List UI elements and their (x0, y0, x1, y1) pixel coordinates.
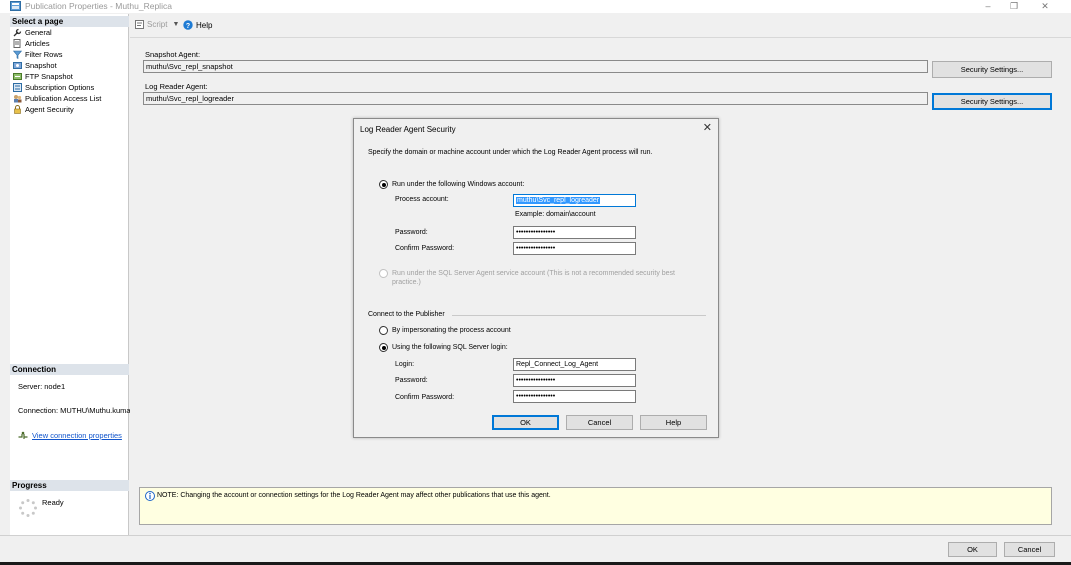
app-icon (10, 1, 21, 11)
confirm-password-label: Confirm Password: (395, 245, 455, 252)
notice-text: NOTE: Changing the account or connection… (157, 492, 551, 499)
restore-button[interactable]: ❐ (1003, 0, 1025, 13)
svg-text:?: ? (186, 23, 190, 30)
nav-item-label: Publication Access List (25, 94, 102, 103)
progress-spinner-icon (19, 499, 37, 517)
login-password-label: Password: (395, 377, 428, 384)
script-dropdown-icon[interactable]: ▼ (172, 21, 179, 28)
process-account-label: Process account: (395, 196, 449, 203)
title-bar: Publication Properties - Muthu_Replica –… (0, 0, 1071, 13)
process-account-value: muthu\Svc_repl_logreader (516, 197, 601, 204)
nav-item-ftp-snapshot[interactable]: FTP Snapshot (13, 71, 73, 82)
window-title: Publication Properties - Muthu_Replica (25, 1, 172, 11)
help-label: Help (196, 20, 213, 30)
snapshot-agent-label: Snapshot Agent: (145, 50, 201, 59)
nav-item-label: Subscription Options (25, 83, 95, 92)
nav-item-general[interactable]: General (13, 27, 52, 38)
sql-login-option-label[interactable]: Using the following SQL Server login: (392, 344, 508, 351)
articles-icon (13, 39, 21, 48)
ok-button[interactable]: OK (948, 542, 997, 557)
options-icon (13, 83, 22, 92)
nav-item-agent-security[interactable]: Agent Security (13, 104, 74, 115)
run-windows-account-radio[interactable] (379, 180, 388, 189)
run-sql-agent-label-line2: practice.) (392, 279, 421, 286)
nav-item-label: Articles (25, 39, 50, 48)
select-page-header: Select a page (10, 16, 129, 27)
nav-item-label: Snapshot (25, 61, 57, 70)
script-icon (135, 20, 144, 29)
progress-header: Progress (10, 480, 129, 491)
login-password-input[interactable]: •••••••••••••••• (513, 374, 636, 387)
connection-header: Connection (10, 364, 129, 375)
script-button[interactable]: Script ▼ (135, 20, 179, 29)
server-name: Server: node1 (18, 382, 66, 391)
login-confirm-input[interactable]: •••••••••••••••• (513, 390, 636, 403)
wrench-icon (13, 28, 22, 37)
connection-name: Connection: MUTHU\Muthu.kuma (18, 406, 131, 415)
sql-login-radio[interactable] (379, 343, 388, 352)
impersonate-label[interactable]: By impersonating the process account (392, 327, 511, 334)
connection-icon (18, 431, 28, 439)
left-pane: Select a page General Articles Filter Ro… (10, 14, 131, 535)
notice-box: NOTE: Changing the account or connection… (139, 487, 1052, 525)
dialog-ok-button[interactable]: OK (492, 415, 559, 430)
dialog-help-button[interactable]: Help (640, 415, 707, 430)
confirm-password-input[interactable]: •••••••••••••••• (513, 242, 636, 255)
script-label: Script (147, 20, 168, 29)
cancel-button[interactable]: Cancel (1004, 542, 1055, 557)
access-list-icon (14, 95, 22, 103)
process-account-example: Example: domain\account (515, 211, 596, 218)
help-button[interactable]: ? Help (183, 20, 212, 30)
minimize-button[interactable]: – (977, 0, 999, 13)
view-connection-link[interactable]: View connection properties (18, 431, 122, 440)
close-button[interactable]: ✕ (1034, 0, 1056, 13)
run-sql-agent-label-line1: Run under the SQL Server Agent service a… (392, 270, 675, 277)
help-icon: ? (183, 20, 193, 30)
nav-item-label: FTP Snapshot (25, 72, 73, 81)
progress-status: Ready (42, 498, 64, 507)
info-icon (145, 491, 155, 501)
view-connection-label: View connection properties (32, 431, 122, 440)
nav-item-subscription-options[interactable]: Subscription Options (13, 82, 94, 93)
dialog-cancel-button[interactable]: Cancel (566, 415, 633, 430)
login-confirm-label: Confirm Password: (395, 394, 455, 401)
snapshot-security-settings-button[interactable]: Security Settings... (932, 61, 1052, 78)
log-reader-agent-label: Log Reader Agent: (145, 82, 208, 91)
nav-item-filter-rows[interactable]: Filter Rows (13, 49, 63, 60)
log-reader-agent-security-dialog: Log Reader Agent Security ✕ Specify the … (353, 118, 719, 438)
lock-icon (14, 105, 21, 114)
dialog-title: Log Reader Agent Security (360, 125, 456, 134)
filter-icon (13, 50, 22, 59)
nav-item-publication-access-list[interactable]: Publication Access List (13, 93, 101, 104)
footer: OK Cancel (0, 535, 1071, 562)
nav-item-snapshot[interactable]: Snapshot (13, 60, 57, 71)
connect-publisher-label: Connect to the Publisher (368, 311, 445, 318)
log-reader-security-settings-button[interactable]: Security Settings... (932, 93, 1052, 110)
nav-item-articles[interactable]: Articles (13, 38, 50, 49)
password-label: Password: (395, 229, 428, 236)
dialog-close-icon[interactable]: ✕ (703, 121, 712, 134)
log-reader-agent-field[interactable]: muthu\Svc_repl_logreader (143, 92, 928, 105)
ftp-icon (13, 73, 22, 80)
login-label: Login: (395, 361, 415, 368)
snapshot-agent-field[interactable]: muthu\Svc_repl_snapshot (143, 60, 928, 73)
group-divider (452, 315, 706, 316)
toolbar: Script ▼ ? Help (130, 14, 1071, 38)
nav-item-label: General (25, 28, 52, 37)
password-input[interactable]: •••••••••••••••• (513, 226, 636, 239)
nav-item-label: Agent Security (25, 105, 74, 114)
impersonate-radio[interactable] (379, 326, 388, 335)
dialog-intro: Specify the domain or machine account un… (368, 149, 653, 156)
run-windows-account-label[interactable]: Run under the following Windows account: (392, 181, 524, 188)
run-sql-agent-radio[interactable] (379, 269, 388, 278)
process-account-input[interactable]: muthu\Svc_repl_logreader (513, 194, 636, 207)
login-input[interactable]: Repl_Connect_Log_Agent (513, 358, 636, 371)
snapshot-icon (13, 62, 22, 69)
nav-item-label: Filter Rows (25, 50, 63, 59)
